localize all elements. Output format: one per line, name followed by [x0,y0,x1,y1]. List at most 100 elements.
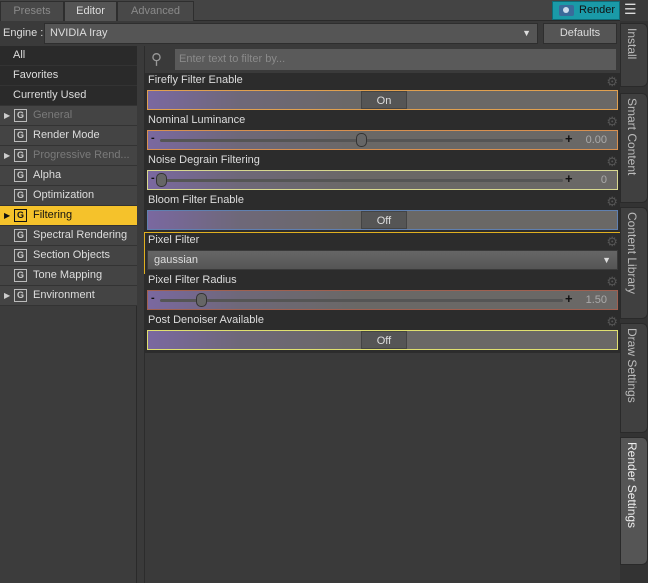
render-button[interactable]: Render [552,1,620,20]
param-row: Firefly Filter Enable ⚙ On [145,73,620,113]
expand-arrow-icon[interactable]: ▶ [4,286,10,305]
gear-icon[interactable]: ⚙ [606,114,618,130]
group-item[interactable]: ▶ G Progressive Rend... [0,146,137,166]
splitter[interactable] [138,46,145,583]
gear-icon[interactable]: ⚙ [606,194,618,210]
increment-button[interactable]: + [565,171,573,186]
toggle-value[interactable]: Off [361,211,407,229]
param-label: Bloom Filter Enable [148,194,244,206]
slider-control[interactable]: - +0 [147,170,618,190]
tab-advanced[interactable]: Advanced [117,1,194,21]
group-item[interactable]: ▶ G Filtering [0,206,137,226]
param-label: Pixel Filter Radius [148,274,237,286]
toggle-control[interactable]: Off [147,330,618,350]
filter-all[interactable]: All [0,46,137,66]
expand-arrow-icon[interactable]: ▶ [4,106,10,125]
group-label: Environment [33,289,95,301]
gear-icon[interactable]: ⚙ [606,274,618,290]
camera-icon [559,5,574,16]
gear-icon[interactable]: ⚙ [606,314,618,330]
dropdown-value: gaussian [154,254,199,266]
engine-select[interactable]: NVIDIA Iray ▼ [44,23,538,44]
side-tab-draw-settings[interactable]: Draw Settings [620,323,648,433]
param-row: Noise Degrain Filtering ⚙ - +0 [145,153,620,193]
decrement-button[interactable]: - [151,132,155,144]
group-label: Spectral Rendering [33,229,128,241]
toggle-value[interactable]: Off [361,331,407,349]
slider-thumb[interactable] [156,173,167,187]
slider-thumb[interactable] [196,293,207,307]
param-label: Nominal Luminance [148,114,246,126]
slider-value[interactable]: 0.00 [586,134,607,146]
group-label: Optimization [33,189,95,201]
group-label: Section Objects [33,249,111,261]
group-label: General [33,109,73,121]
side-tab-label: Render Settings [625,442,639,529]
side-tab-label: Smart Content [625,98,639,176]
group-label: Filtering [33,209,73,221]
filter-currently-used[interactable]: Currently Used [0,86,137,106]
param-row: Nominal Luminance ⚙ - +0.00 [145,113,620,153]
group-icon: G [14,209,27,222]
expand-arrow-icon[interactable]: ▶ [4,206,10,225]
tab-editor[interactable]: Editor [64,1,117,21]
expand-arrow-icon[interactable]: ▶ [4,146,10,165]
pixel-filter-dropdown[interactable]: gaussian ▼ [147,250,618,270]
engine-value: NVIDIA Iray [50,27,108,39]
filter-input[interactable]: Enter text to filter by... [174,48,617,71]
group-item[interactable]: G Section Objects [0,246,137,266]
chevron-down-icon: ▼ [602,255,611,265]
filter-favorites[interactable]: Favorites [0,66,137,86]
side-tab-label: Draw Settings [625,328,639,403]
group-item[interactable]: G Tone Mapping [0,266,137,286]
group-icon: G [14,189,27,202]
increment-button[interactable]: + [565,291,573,306]
group-icon: G [14,289,27,302]
group-item[interactable]: G Spectral Rendering [0,226,137,246]
group-item[interactable]: G Alpha [0,166,137,186]
group-icon: G [14,149,27,162]
group-label: Alpha [33,169,62,181]
slider-control[interactable]: - +1.50 [147,290,618,310]
side-tab-label: Content Library [625,212,639,295]
param-row: Pixel Filter ⚙ gaussian ▼ [144,232,621,274]
side-tab-smart-content[interactable]: Smart Content [620,93,648,203]
param-label: Noise Degrain Filtering [148,154,260,166]
chevron-down-icon: ▼ [522,28,531,38]
group-icon: G [14,109,27,122]
slider-value[interactable]: 0 [601,174,607,186]
group-item[interactable]: G Optimization [0,186,137,206]
slider-value[interactable]: 1.50 [586,294,607,306]
engine-label: Engine : [3,27,44,39]
side-tab-bar: Install Smart Content Content Library Draw … [620,21,648,583]
side-tab-render-settings[interactable]: Render Settings [620,437,648,565]
increment-button[interactable]: + [565,131,573,146]
search-icon[interactable]: ⚲ [151,50,167,68]
decrement-button[interactable]: - [151,172,155,184]
slider-track[interactable] [160,299,563,302]
side-tab-install[interactable]: Install [620,23,648,87]
slider-track[interactable] [160,179,563,182]
group-label: Progressive Rend... [33,149,130,161]
group-item[interactable]: ▶ G General [0,106,137,126]
toggle-control[interactable]: Off [147,210,618,230]
panel-menu-icon[interactable]: ☰ [624,2,640,16]
group-item[interactable]: ▶ G Environment [0,286,137,306]
group-item[interactable]: G Render Mode [0,126,137,146]
param-row: Pixel Filter Radius ⚙ - +1.50 [145,273,620,313]
defaults-button[interactable]: Defaults [543,23,617,44]
gear-icon[interactable]: ⚙ [606,74,618,90]
toggle-control[interactable]: On [147,90,618,110]
settings-pane: ⚲ Enter text to filter by... Firefly Fil… [144,46,621,583]
gear-icon[interactable]: ⚙ [606,154,618,170]
group-icon: G [14,129,27,142]
decrement-button[interactable]: - [151,292,155,304]
tab-presets[interactable]: Presets [0,1,64,21]
group-icon: G [14,249,27,262]
slider-control[interactable]: - +0.00 [147,130,618,150]
group-icon: G [14,229,27,242]
toggle-value[interactable]: On [361,91,407,109]
gear-icon[interactable]: ⚙ [606,234,618,250]
slider-thumb[interactable] [356,133,367,147]
side-tab-content-library[interactable]: Content Library [620,207,648,319]
